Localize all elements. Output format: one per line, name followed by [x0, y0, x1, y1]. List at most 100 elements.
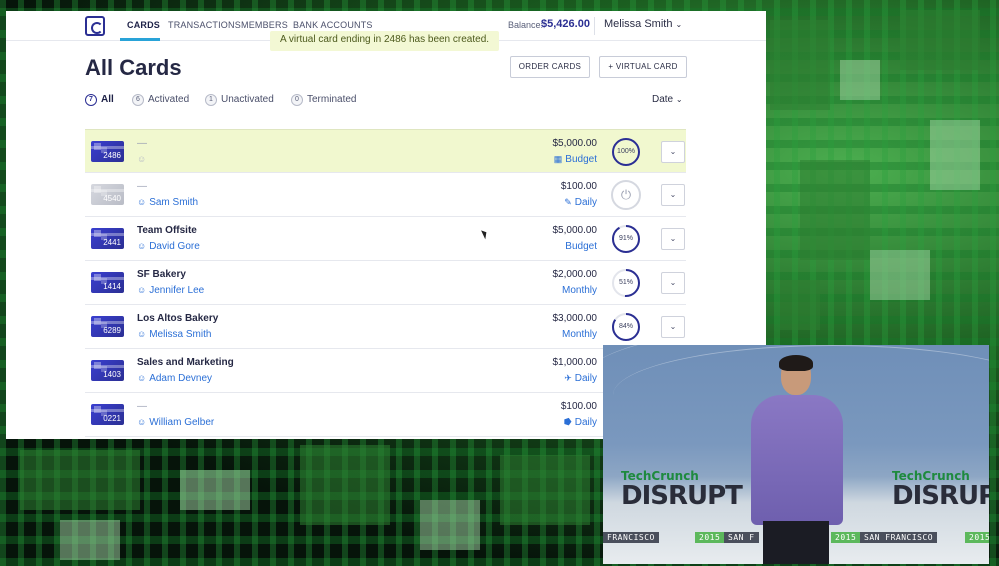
card-last4: 1414 — [103, 282, 121, 291]
card-name: — — [137, 181, 147, 192]
period-label: Monthly — [561, 329, 597, 340]
period-label: Daily — [574, 373, 597, 384]
card-last4: 6289 — [103, 326, 121, 335]
person-icon: ☺ — [137, 373, 147, 383]
card-name: — — [137, 138, 147, 149]
notification-toast: A virtual card ending in 2486 has been c… — [270, 31, 500, 51]
sort-label: Date — [652, 94, 674, 105]
filter-activated[interactable]: 6 Activated — [132, 94, 189, 106]
card-thumbnail: 2486 — [91, 141, 124, 162]
card-row[interactable]: 6289 Los Altos Bakery ☺ Melissa Smith $3,000… — [85, 305, 686, 349]
filter-terminated[interactable]: 0 Terminated — [291, 94, 356, 106]
expand-row-button[interactable]: ⌄ — [661, 184, 685, 206]
filter-count: 6 — [132, 94, 144, 106]
card-limit: $100.00 — [560, 181, 597, 192]
presenter-hair — [779, 355, 813, 371]
tab-cards[interactable]: CARDS — [127, 20, 160, 30]
card-owner[interactable]: ☺ Adam Devney — [137, 373, 212, 384]
expand-row-button[interactable]: ⌄ — [661, 228, 685, 250]
filter-label: Terminated — [307, 94, 357, 105]
card-last4: 4540 — [103, 194, 121, 203]
card-limit: $100.00 — [560, 401, 597, 412]
card-thumbnail: 4540 — [91, 184, 124, 205]
disrupt-logo-right: DISRUPT — [892, 481, 989, 511]
user-menu[interactable]: Melissa Smith ⌄ — [604, 18, 682, 30]
expand-row-button[interactable]: ⌄ — [661, 141, 685, 163]
card-last4: 2486 — [103, 151, 121, 160]
filter-count: 0 — [291, 94, 303, 106]
card-name: — — [137, 401, 147, 412]
year-banner: 2015 — [831, 532, 861, 543]
card-row[interactable]: 4540 — ☺ Sam Smith $100.00 ✎ Daily ⏻ ⌄ — [85, 173, 686, 217]
tab-transactions[interactable]: TRANSACTIONS — [168, 20, 241, 30]
owner-name: Sam Smith — [149, 197, 199, 208]
filter-all[interactable]: 7 All — [85, 94, 114, 106]
city-banner: FRANCISCO — [603, 532, 659, 543]
person-icon: ☺ — [137, 285, 147, 295]
person-icon: ☺ — [137, 241, 147, 251]
balance-value: $5,426.00 — [541, 18, 590, 30]
gauge-percent: 91% — [618, 235, 633, 242]
car-icon: ⭓ — [563, 417, 572, 427]
active-tab-indicator — [120, 38, 160, 41]
card-thumbnail: 1414 — [91, 272, 124, 293]
card-owner[interactable]: ☺ William Gelber — [137, 417, 214, 428]
card-last4: 1403 — [103, 370, 121, 379]
limit-period: Monthly — [562, 285, 597, 296]
order-cards-button[interactable]: ORDER CARDS — [510, 56, 590, 78]
expand-row-button[interactable]: ⌄ — [661, 316, 685, 338]
card-limit: $2,000.00 — [552, 269, 598, 280]
page-title: All Cards — [85, 55, 182, 80]
pin-icon: ✎ — [564, 197, 572, 207]
filter-label: All — [101, 94, 114, 105]
card-owner[interactable]: ☺ Melissa Smith — [137, 329, 211, 340]
presenter-video: TechCrunch DISRUPT TechCrunch DISRUPT FR… — [603, 345, 989, 564]
card-row[interactable]: 1403 Sales and Marketing ☺ Adam Devney $1,00… — [85, 349, 686, 393]
card-row[interactable]: 1414 SF Bakery ☺ Jennifer Lee $2,000.00 Month… — [85, 261, 686, 305]
person-icon: ☺ — [137, 417, 147, 427]
tab-members[interactable]: MEMBERS — [241, 20, 288, 30]
person-icon: ☺ — [137, 197, 147, 207]
card-owner[interactable]: ☺ Sam Smith — [137, 197, 198, 208]
card-owner: ☺ — [137, 154, 149, 165]
limit-period: Budget — [565, 241, 597, 252]
virtual-card-button[interactable]: + VIRTUAL CARD — [599, 56, 687, 78]
gauge-percent: 84% — [618, 323, 633, 330]
owner-name: William Gelber — [149, 417, 215, 428]
card-owner[interactable]: ☺ Jennifer Lee — [137, 285, 204, 296]
period-label: Budget — [565, 154, 597, 165]
limit-period: ▦ Budget — [554, 154, 597, 165]
card-owner[interactable]: ☺ David Gore — [137, 241, 200, 252]
power-icon[interactable]: ⏻ — [611, 180, 641, 210]
card-row[interactable]: 2486 — ☺ $5,000.00 ▦ Budget 100% ⌄ — [85, 129, 686, 173]
sort-dropdown[interactable]: Date ⌄ — [652, 94, 683, 105]
card-limit: $1,000.00 — [552, 357, 598, 368]
period-label: Daily — [574, 417, 597, 428]
card-row[interactable]: 2441 Team Offsite ☺ David Gore $5,000.00 Budg… — [85, 217, 686, 261]
expand-row-button[interactable]: ⌄ — [661, 272, 685, 294]
filter-unactivated[interactable]: 1 Unactivated — [205, 94, 274, 106]
tab-bank-accounts[interactable]: BANK ACCOUNTS — [293, 20, 373, 30]
limit-period: ⭓ Daily — [564, 417, 597, 428]
presenter — [751, 395, 843, 525]
card-row[interactable]: 0221 — ☺ William Gelber $100.00 ⭓ Daily — [85, 393, 686, 437]
year-banner: 2015 — [965, 532, 989, 543]
card-list: 2486— ☺ $5,000.00 ▦ Budget 100% ⌄ 4540— ☺ Sam Smi… — [85, 129, 686, 437]
card-name: Los Altos Bakery — [137, 313, 219, 324]
city-banner: SAN F — [724, 532, 759, 543]
card-last4: 2441 — [103, 238, 121, 247]
owner-name: Adam Devney — [149, 373, 213, 384]
disrupt-logo-left: DISRUPT — [621, 481, 743, 511]
presenter-legs — [763, 521, 829, 564]
card-name: SF Bakery — [137, 269, 186, 280]
person-icon: ☺ — [137, 329, 147, 339]
card-limit: $3,000.00 — [552, 313, 598, 324]
card-thumbnail: 1403 — [91, 360, 124, 381]
logo-icon[interactable] — [85, 16, 105, 36]
card-last4: 0221 — [103, 414, 121, 423]
owner-name: David Gore — [149, 241, 200, 252]
limit-period: ✎ Daily — [564, 197, 597, 208]
chevron-down-icon: ⌄ — [675, 20, 683, 29]
filter-count: 7 — [85, 94, 97, 106]
filter-label: Unactivated — [221, 94, 274, 105]
